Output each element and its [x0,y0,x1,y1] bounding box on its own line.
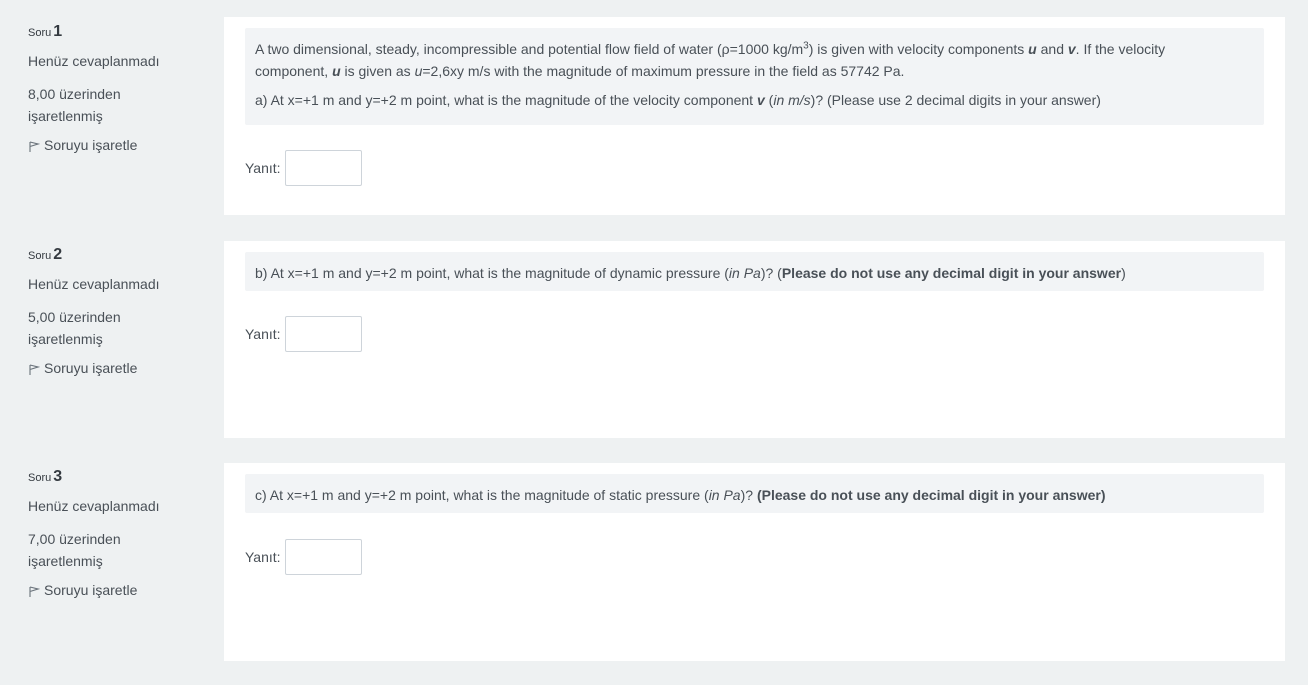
answer-input[interactable] [284,150,362,186]
question-grade: 7,00 üzerinden işaretlenmiş [28,531,121,569]
flag-question-button[interactable]: Soruyu işaretle [28,135,208,155]
flag-icon [29,585,40,597]
answer-label: Yanıt: [245,549,281,565]
flag-icon [29,140,40,152]
question-state: Henüz cevaplanmadı [28,498,160,514]
question-content: A two dimensional, steady, incompressibl… [224,17,1285,215]
question-state: Henüz cevaplanmadı [28,53,160,69]
question-grade: 8,00 üzerinden işaretlenmiş [28,86,121,124]
answer-input[interactable] [284,539,362,575]
flag-icon [29,363,40,375]
answer-row: Yanıt: [245,539,362,575]
answer-input[interactable] [284,316,362,352]
answer-row: Yanıt: [245,316,362,352]
question-number: Soru 1 [28,23,63,40]
question-info: Soru 2 Henüz cevaplanmadı 5,00 üzerinden … [28,247,208,378]
flag-question-button[interactable]: Soruyu işaretle [28,358,208,378]
question-info: Soru 3 Henüz cevaplanmadı 7,00 üzerinden … [28,469,208,600]
flag-question-button[interactable]: Soruyu işaretle [28,580,208,600]
answer-label: Yanıt: [245,160,281,176]
question-content: b) At x=+1 m and y=+2 m point, what is t… [224,241,1285,438]
answer-label: Yanıt: [245,326,281,342]
question-content: c) At x=+1 m and y=+2 m point, what is t… [224,463,1285,661]
question-text: A two dimensional, steady, incompressibl… [245,28,1264,125]
question-info: Soru 1 Henüz cevaplanmadı 8,00 üzerinden … [28,24,208,155]
question-number: Soru 3 [28,468,63,485]
question-grade: 5,00 üzerinden işaretlenmiş [28,309,121,347]
answer-row: Yanıt: [245,150,362,186]
question-state: Henüz cevaplanmadı [28,276,160,292]
question-text: b) At x=+1 m and y=+2 m point, what is t… [245,252,1264,291]
question-text: c) At x=+1 m and y=+2 m point, what is t… [245,474,1264,513]
question-number: Soru 2 [28,246,63,263]
